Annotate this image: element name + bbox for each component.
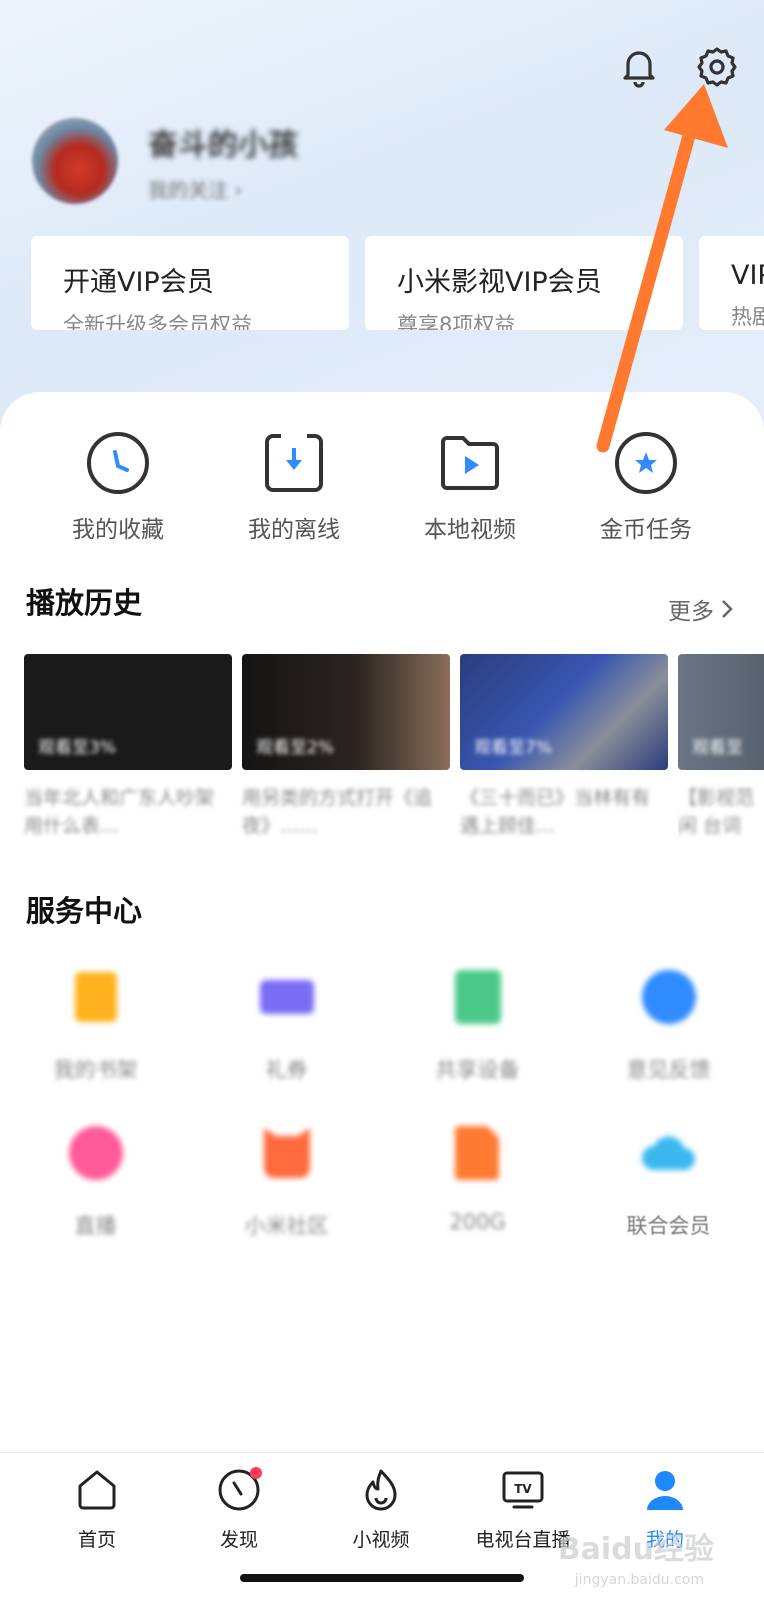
mi-community-icon — [263, 1128, 310, 1178]
profile-header[interactable]: 奋斗的小孩 我的关注 › — [32, 118, 298, 204]
history-thumbnail: 观看至2% — [242, 654, 450, 770]
vip-card-row: 开通VIP会员 全新升级多会员权益 小米影视VIP会员 尊享8项权益 VIP 热… — [31, 236, 764, 330]
history-item-title: 当年北人和广东人吵架用什么表… — [24, 787, 215, 837]
svg-text:TV: TV — [514, 1482, 532, 1496]
history-item[interactable]: 观看至7% 《三十而已》当林有有遇上顾佳… — [460, 654, 668, 840]
more-label: 更多 — [668, 599, 714, 625]
feedback-icon — [641, 970, 696, 1024]
quick-action-offline[interactable]: 我的离线 — [206, 430, 382, 544]
chevron-right-icon — [722, 600, 733, 618]
vip-card-subtitle: 热剧 — [731, 305, 764, 329]
cloud-icon — [641, 1136, 695, 1170]
service-label: 我的书架 — [53, 1058, 138, 1082]
folder-play-icon — [441, 436, 499, 490]
service-center-title: 服务中心 — [26, 894, 143, 928]
service-joint-member[interactable]: 联合会员 — [573, 1124, 764, 1280]
nav-label: 小视频 — [352, 1529, 410, 1551]
service-share-device[interactable]: 共享设备 — [382, 968, 573, 1124]
history-more-link[interactable]: 更多 — [668, 592, 734, 626]
service-mi-community[interactable]: 小米社区 — [191, 1124, 382, 1280]
nav-label: 电视台直播 — [475, 1529, 571, 1551]
history-thumbnail: 观看至7% — [460, 654, 668, 770]
service-label: 直播 — [74, 1214, 117, 1238]
history-thumbnail: 观看至 — [678, 654, 764, 770]
service-coupon[interactable]: 礼券 — [191, 968, 382, 1124]
sim-card-icon — [454, 1126, 499, 1180]
service-label: 共享设备 — [435, 1058, 520, 1082]
history-thumbnail: 观看至3% — [24, 654, 232, 770]
watermark-logo: Baidu经验 — [557, 1532, 714, 1567]
vip-card-title: VIP — [731, 260, 764, 291]
coupon-icon — [259, 980, 314, 1014]
service-label: 200G — [449, 1210, 506, 1234]
nav-home[interactable]: 首页 — [26, 1453, 168, 1600]
history-item-title: 【影视范闲 台词 — [678, 787, 755, 837]
vip-card-open-vip[interactable]: 开通VIP会员 全新升级多会员权益 — [31, 236, 349, 330]
history-item-title: 用另类的方式打开《追夜》…… — [242, 787, 433, 837]
quick-action-coin-tasks[interactable]: 金币任务 — [558, 430, 734, 544]
history-section-title: 播放历史 — [26, 586, 143, 620]
history-progress: 观看至 — [692, 738, 743, 758]
vip-card-xiaomi-video[interactable]: 小米影视VIP会员 尊享8项权益 — [365, 236, 683, 330]
history-item[interactable]: 观看至2% 用另类的方式打开《追夜》…… — [242, 654, 450, 840]
bookshelf-icon — [74, 972, 117, 1022]
avatar[interactable] — [32, 118, 118, 204]
history-progress: 观看至3% — [38, 738, 116, 758]
tv-icon: TV — [502, 1471, 544, 1509]
service-label: 联合会员 — [626, 1214, 711, 1238]
settings-gear-icon[interactable] — [690, 40, 744, 94]
history-item[interactable]: 观看至3% 当年北人和广东人吵架用什么表… — [24, 654, 232, 840]
nav-label: 首页 — [77, 1529, 116, 1551]
service-feedback[interactable]: 意见反馈 — [573, 968, 764, 1124]
quick-action-label: 我的离线 — [248, 517, 340, 543]
bottom-nav: 首页 发现 小视频 TV 电视台直播 我的 Baidu经验 jingyan.ba… — [0, 1452, 764, 1600]
share-device-icon — [454, 970, 501, 1024]
my-follow-link[interactable]: 我的关注 › — [148, 174, 298, 203]
service-label: 小米社区 — [244, 1214, 329, 1238]
history-list: 观看至3% 当年北人和广东人吵架用什么表… 观看至2% 用另类的方式打开《追夜》… — [24, 654, 764, 840]
download-icon — [265, 434, 323, 492]
clock-icon — [87, 432, 149, 494]
notification-dot — [250, 1467, 262, 1479]
service-200g[interactable]: 200G — [382, 1124, 573, 1280]
vip-card-title: 小米影视VIP会员 — [397, 267, 602, 298]
home-indicator — [240, 1574, 524, 1582]
user-icon — [647, 1471, 683, 1510]
vip-card-partial[interactable]: VIP 热剧 — [699, 236, 764, 330]
vip-card-subtitle: 全新升级多会员权益 — [63, 313, 252, 330]
service-live[interactable]: 直播 — [0, 1124, 191, 1280]
service-label: 礼券 — [265, 1058, 308, 1082]
service-grid: 我的书架 礼券 共享设备 意见反馈 直播 小米社区 200G 联合会员 — [0, 968, 764, 1280]
service-bookshelf[interactable]: 我的书架 — [0, 968, 191, 1124]
quick-actions: 我的收藏 我的离线 本地视频 金币任务 — [0, 430, 764, 544]
service-label: 意见反馈 — [626, 1058, 711, 1082]
history-item-title: 《三十而已》当林有有遇上顾佳… — [460, 787, 651, 837]
history-item[interactable]: 观看至 【影视范闲 台词 — [678, 654, 764, 840]
top-toolbar — [612, 40, 744, 94]
vip-card-subtitle: 尊享8项权益 — [397, 313, 516, 330]
user-nickname[interactable]: 奋斗的小孩 — [148, 120, 298, 164]
notification-bell-icon[interactable] — [612, 40, 666, 94]
quick-action-label: 金币任务 — [600, 517, 692, 543]
history-progress: 观看至7% — [474, 738, 552, 758]
quick-action-favorites[interactable]: 我的收藏 — [30, 430, 206, 544]
vip-card-title: 开通VIP会员 — [63, 267, 214, 298]
nav-label: 发现 — [219, 1529, 258, 1551]
quick-action-label: 本地视频 — [424, 517, 516, 543]
flame-icon — [365, 1469, 397, 1511]
live-icon — [68, 1126, 123, 1180]
quick-action-label: 我的收藏 — [72, 517, 164, 543]
watermark-url: jingyan.baidu.com — [574, 1572, 704, 1588]
home-icon — [78, 1470, 116, 1510]
star-coin-icon — [615, 432, 677, 494]
quick-action-local-video[interactable]: 本地视频 — [382, 430, 558, 544]
history-progress: 观看至2% — [256, 738, 334, 758]
